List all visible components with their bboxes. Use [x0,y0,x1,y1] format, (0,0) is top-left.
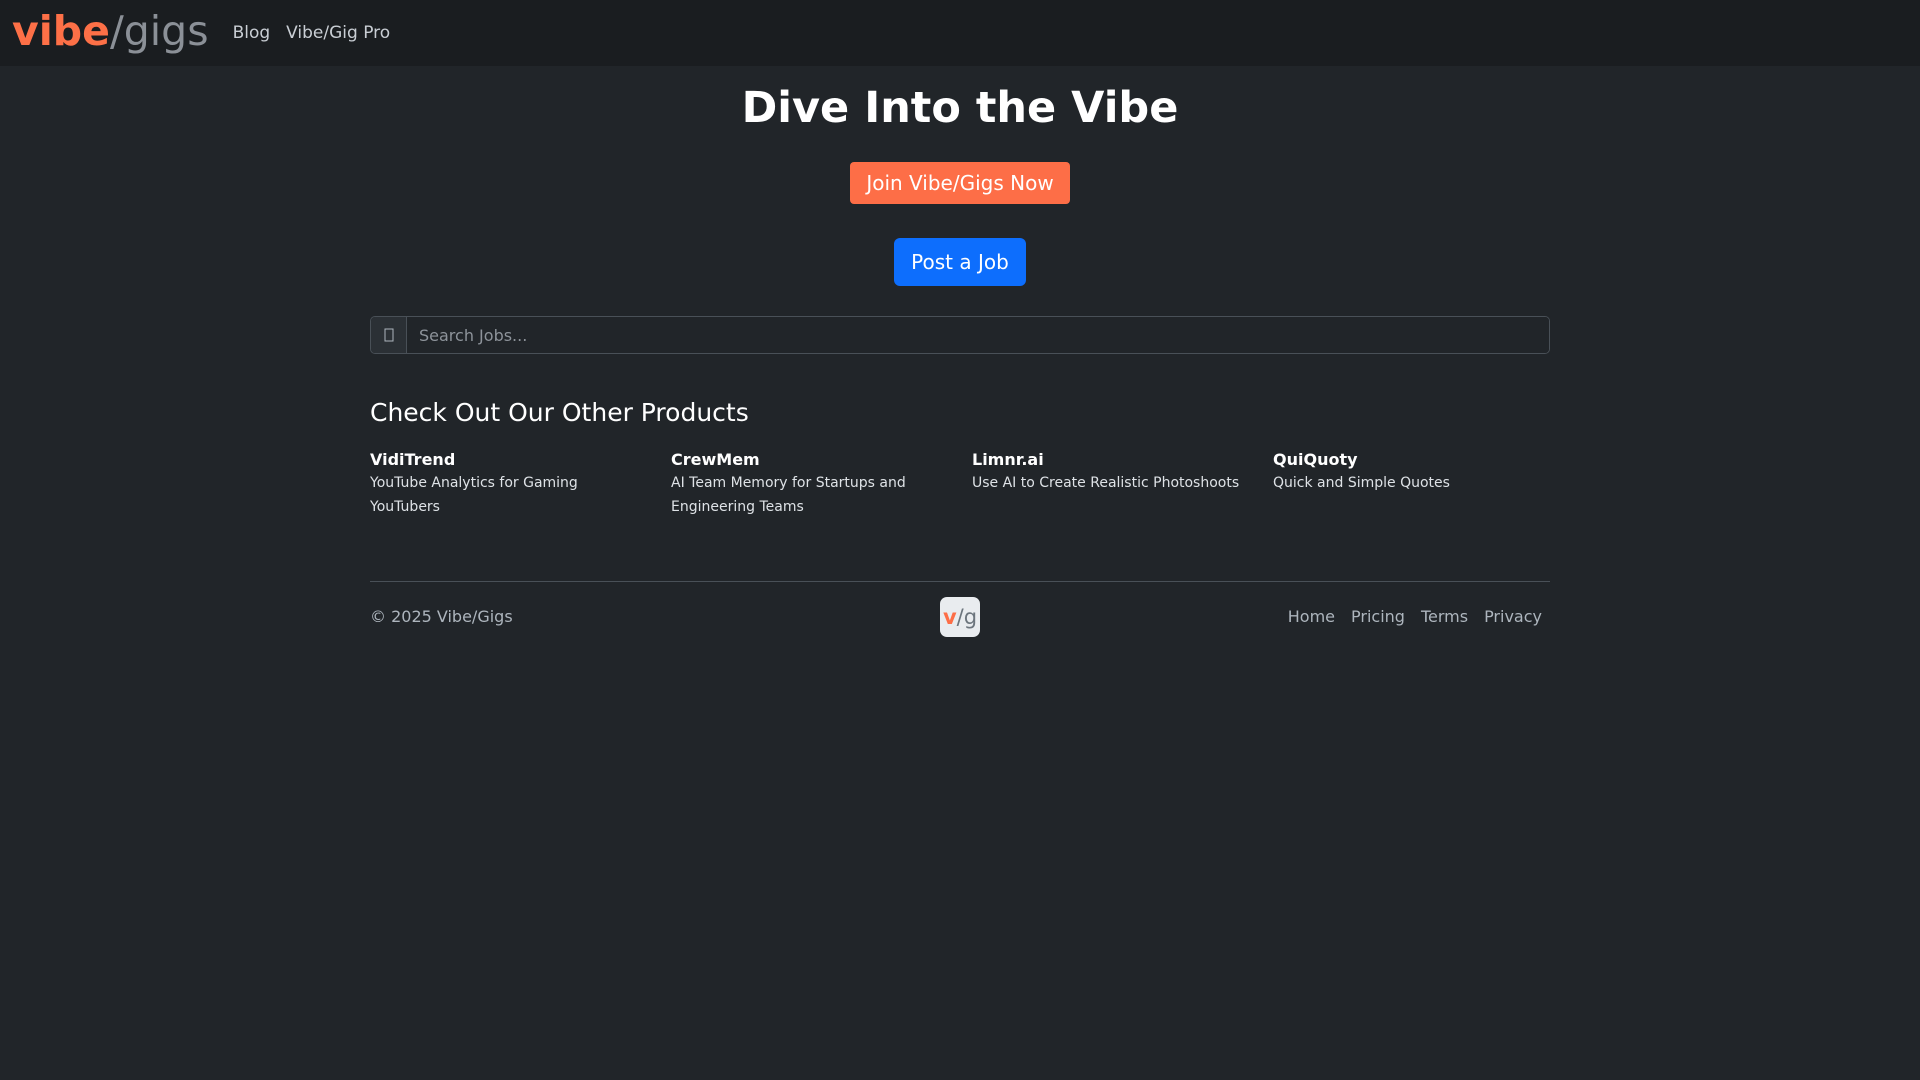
product-card-quiquoty: QuiQuoty Quick and Simple Quotes [1273,450,1553,495]
nav-link-vibe-gig-pro[interactable]: Vibe/Gig Pro [286,23,390,43]
footer-nav: Home Pricing Terms Privacy [1280,607,1550,627]
footer-divider [370,581,1550,582]
footer-link-privacy[interactable]: Privacy [1484,607,1542,627]
search-bar [370,316,1550,354]
product-description: YouTube Analytics for Gaming YouTubers [370,475,578,515]
copyright-text: © 2025 Vibe/Gigs [370,607,513,626]
search-icon [371,317,407,353]
footer-logo-slash: / [956,605,964,629]
footer-logo[interactable]: v / g [940,597,980,637]
product-description: Quick and Simple Quotes [1273,475,1450,491]
footer-link-pricing[interactable]: Pricing [1351,607,1405,627]
brand-gigs-text: gigs [123,6,209,55]
product-card-viditrend: VidiTrend YouTube Analytics for Gaming Y… [370,450,650,519]
brand-slash-text: / [109,6,124,55]
nav-link-blog[interactable]: Blog [233,23,271,43]
post-job-button[interactable]: Post a Job [894,238,1026,286]
product-description: Use AI to Create Realistic Photoshoots [972,475,1240,491]
product-link-quiquoty[interactable]: QuiQuoty [1273,450,1553,470]
products-heading: Check Out Our Other Products [370,398,749,427]
product-link-limnr[interactable]: Limnr.ai [972,450,1252,470]
product-description: AI Team Memory for Startups and Engineer… [671,475,906,515]
hero-title: Dive Into the Vibe [741,83,1179,133]
join-button[interactable]: Join Vibe/Gigs Now [850,162,1070,204]
product-link-crewmem[interactable]: CrewMem [671,450,951,470]
footer-link-terms[interactable]: Terms [1421,607,1468,627]
footer-logo-v: v [942,605,957,629]
brand-logo-link[interactable]: vibe / gigs [12,6,209,55]
product-card-crewmem: CrewMem AI Team Memory for Startups and … [671,450,951,519]
footer-link-home[interactable]: Home [1288,607,1335,627]
product-card-limnr: Limnr.ai Use AI to Create Realistic Phot… [972,450,1252,495]
footer-logo-g: g [963,605,978,629]
search-input[interactable] [407,317,1549,353]
product-link-viditrend[interactable]: VidiTrend [370,450,650,470]
brand-vibe-text: vibe [12,6,110,55]
navbar: vibe / gigs Blog Vibe/Gig Pro [0,0,1920,66]
